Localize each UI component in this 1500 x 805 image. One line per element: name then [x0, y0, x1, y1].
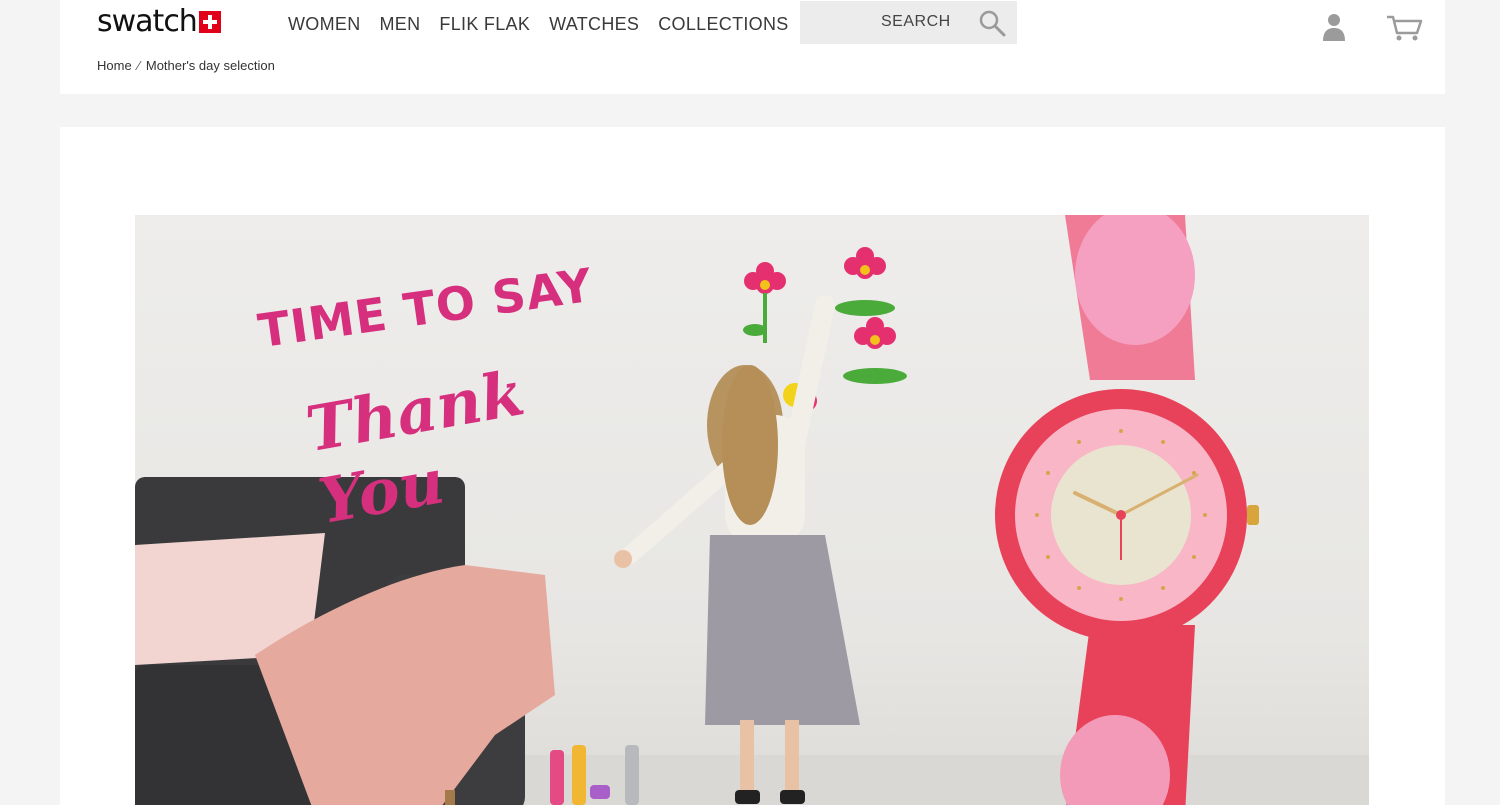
nav-flik-flak[interactable]: FLIK FLAK: [439, 12, 530, 36]
nav-watches[interactable]: WATCHES: [549, 12, 639, 36]
banner-headline: TIME TO SAY Thank You: [215, 245, 635, 538]
nav-women[interactable]: WOMEN: [288, 12, 361, 36]
swiss-cross-icon: [198, 11, 221, 33]
user-icon[interactable]: [1322, 12, 1346, 42]
breadcrumb-current[interactable]: Mother's day selection: [146, 58, 275, 73]
nav-collections[interactable]: COLLECTIONS: [658, 12, 788, 36]
hero-banner[interactable]: TIME TO SAY Thank You: [135, 215, 1369, 805]
watch-illustration: [995, 215, 1259, 805]
logo-wordmark: swatch: [97, 4, 198, 39]
breadcrumb: Home ⁄ Mother's day selection: [97, 58, 275, 73]
breadcrumb-separator: ⁄: [137, 58, 140, 73]
search-box[interactable]: SEARCH: [800, 1, 1017, 44]
main-content: TIME TO SAY Thank You: [60, 127, 1445, 805]
cart-icon[interactable]: [1386, 12, 1424, 42]
site-header: swatch WOMEN MEN FLIK FLAK WATCHES COLLE…: [60, 0, 1445, 94]
search-icon[interactable]: [978, 9, 1006, 37]
nav-men[interactable]: MEN: [380, 12, 421, 36]
search-label: SEARCH: [881, 13, 951, 30]
swatch-logo[interactable]: swatch: [97, 6, 221, 38]
main-nav: WOMEN MEN FLIK FLAK WATCHES COLLECTIONS: [288, 12, 808, 36]
breadcrumb-home[interactable]: Home: [97, 58, 132, 73]
girl-figure: [614, 295, 860, 804]
headline-time-to-say: TIME TO SAY: [254, 257, 596, 359]
